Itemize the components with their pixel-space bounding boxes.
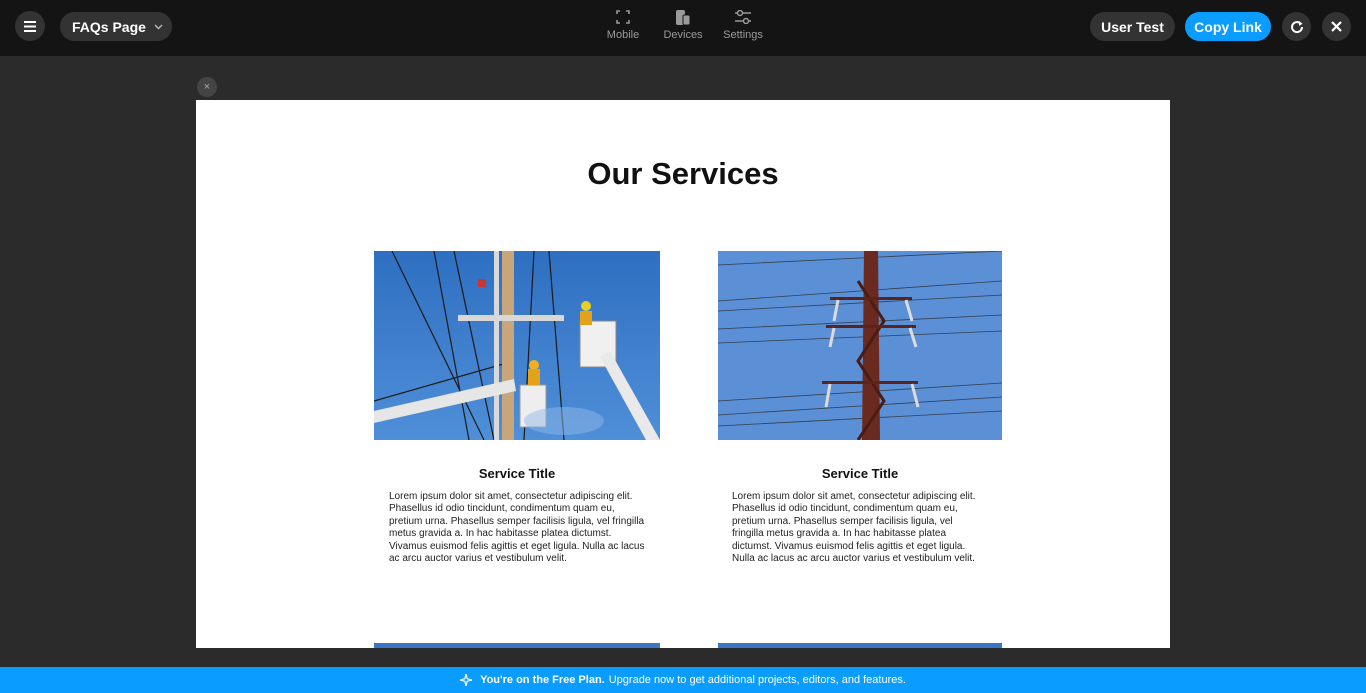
service-card: Service Title Lorem ipsum dolor sit amet… xyxy=(374,251,660,565)
banner-upgrade-text: Upgrade now to get additional projects, … xyxy=(608,674,906,686)
service-card: Service Title Lorem ipsum dolor sit amet… xyxy=(718,251,1002,565)
devices-icon xyxy=(676,9,690,25)
menu-button[interactable] xyxy=(15,11,45,41)
service-description: Lorem ipsum dolor sit amet, consectetur … xyxy=(389,491,645,565)
settings-button[interactable]: Settings xyxy=(713,7,773,41)
close-preview-button[interactable] xyxy=(1322,12,1351,41)
mobile-view-button[interactable]: Mobile xyxy=(593,7,653,41)
services-heading: Our Services xyxy=(587,156,779,191)
banner-plan-text: You're on the Free Plan. xyxy=(480,674,605,686)
service-description: Lorem ipsum dolor sit amet, consectetur … xyxy=(732,491,976,565)
settings-label: Settings xyxy=(723,29,763,41)
page-selector[interactable]: FAQs Page xyxy=(60,12,172,41)
linemen-photo xyxy=(374,251,660,440)
settings-sliders-icon xyxy=(735,10,751,24)
top-toolbar: FAQs Page Mobile Devices Settings User T… xyxy=(0,0,1366,56)
devices-label: Devices xyxy=(663,29,703,41)
service-title: Service Title xyxy=(821,466,899,481)
refresh-button[interactable] xyxy=(1282,12,1311,41)
page-selector-label: FAQs Page xyxy=(72,18,146,35)
user-test-button[interactable]: User Test xyxy=(1090,12,1175,41)
next-card-image-edge xyxy=(374,643,660,648)
mobile-frame-icon xyxy=(616,10,630,24)
mobile-label: Mobile xyxy=(606,29,640,41)
sparkle-icon xyxy=(460,674,473,686)
hamburger-icon xyxy=(24,20,36,32)
copy-link-button[interactable]: Copy Link xyxy=(1185,12,1271,41)
transmission-tower-photo xyxy=(718,251,1002,440)
page-preview-frame: Our Services Service Title Lorem ipsum d… xyxy=(196,100,1170,648)
refresh-icon xyxy=(1290,20,1303,33)
chevron-down-icon xyxy=(154,24,163,29)
devices-button[interactable]: Devices xyxy=(653,7,713,41)
close-icon xyxy=(1331,21,1342,32)
service-title: Service Title xyxy=(478,466,556,481)
frame-close-button[interactable]: × xyxy=(197,77,217,97)
free-plan-banner[interactable]: You're on the Free Plan. Upgrade now to … xyxy=(0,667,1366,693)
next-card-image-edge xyxy=(718,643,1002,648)
